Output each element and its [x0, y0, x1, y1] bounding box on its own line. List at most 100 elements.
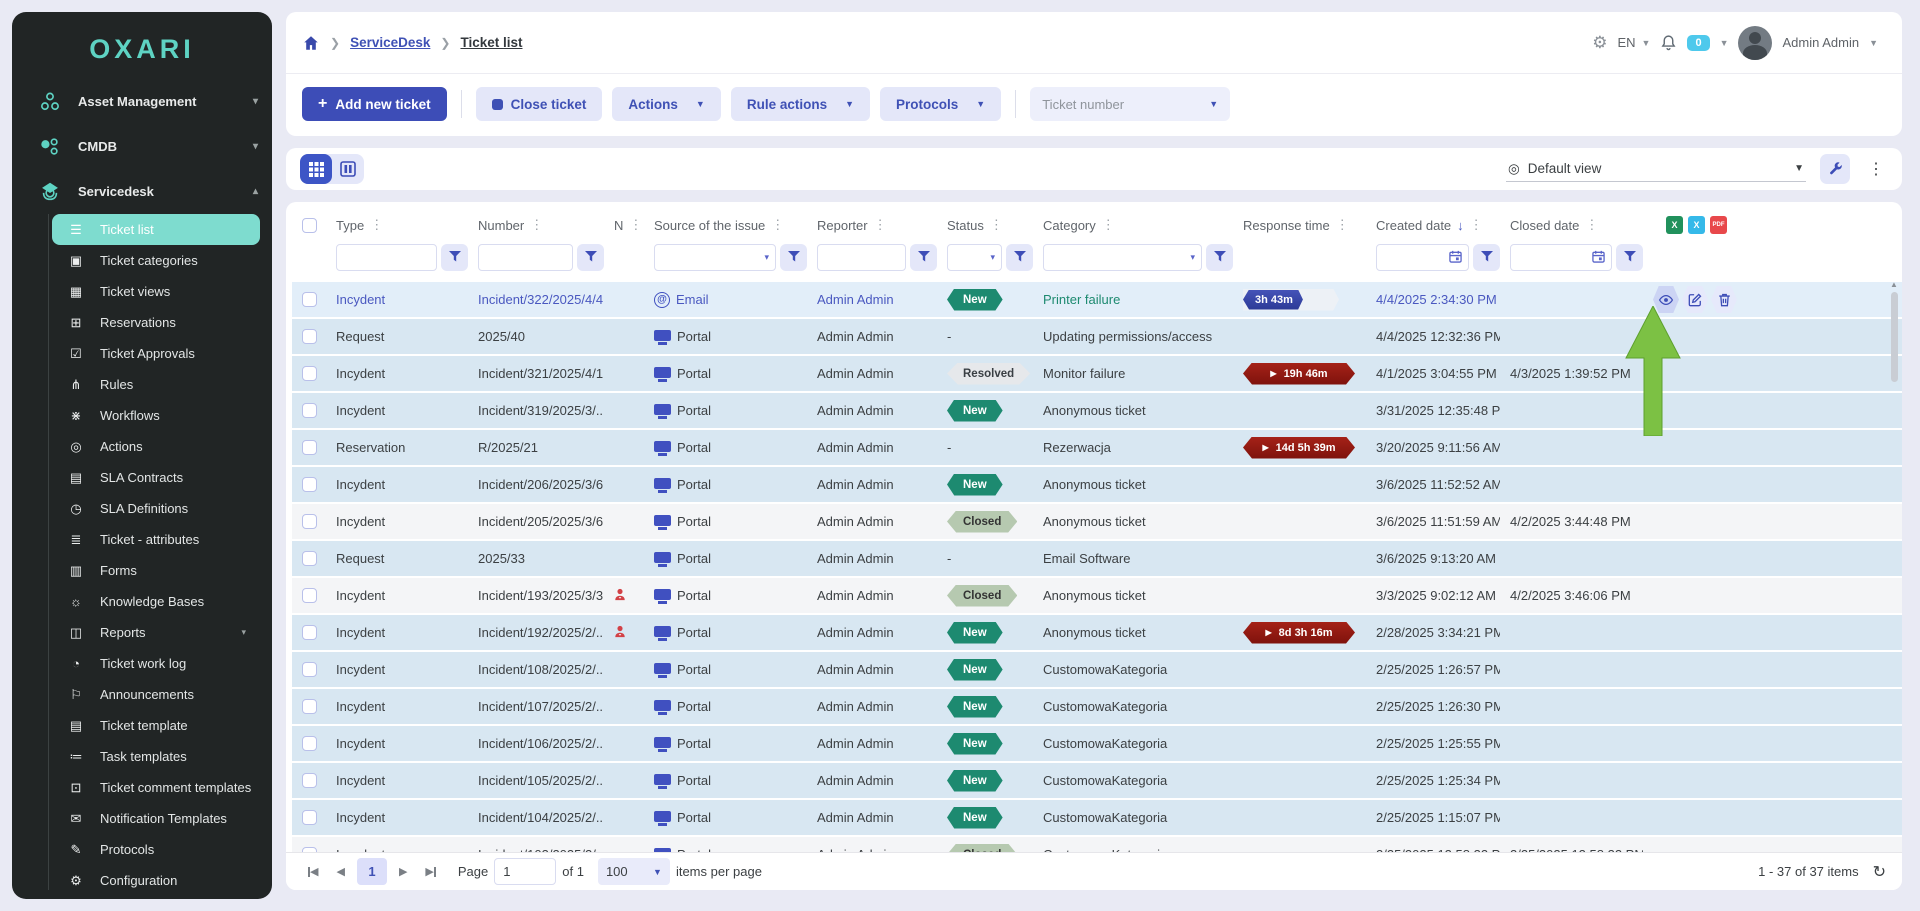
sidebar-item-configuration[interactable]: ⚙Configuration [48, 865, 260, 896]
notification-caret-icon[interactable]: ▼ [1720, 38, 1729, 48]
filter-text-input-type[interactable] [336, 244, 437, 271]
row-checkbox[interactable] [302, 588, 317, 603]
next-page-button[interactable]: ▶ [393, 865, 413, 878]
sidebar-item-servicedesk[interactable]: Servicedesk▴ [12, 169, 272, 214]
filter-funnel-button-reporter[interactable] [910, 244, 937, 271]
sidebar-item-forms[interactable]: ▥Forms [48, 555, 260, 586]
filter-funnel-button-source[interactable] [780, 244, 807, 271]
kanban-view-toggle[interactable] [332, 154, 364, 184]
page-number-button[interactable]: 1 [357, 858, 387, 885]
xls-export-icon[interactable]: X [1666, 216, 1683, 234]
table-row[interactable]: IncydentIncident/108/2025/2/...PortalAdm… [292, 652, 1902, 689]
items-per-page-select[interactable]: 100▼ [598, 858, 670, 885]
sidebar-item-ticket-categories[interactable]: ▣Ticket categories [48, 245, 260, 276]
table-row[interactable]: IncydentIncident/321/2025/4/1PortalAdmin… [292, 356, 1902, 393]
sidebar-item-workflows[interactable]: ⋇Workflows [48, 400, 260, 431]
column-header-label[interactable]: Type [336, 218, 364, 233]
row-checkbox[interactable] [302, 440, 317, 455]
table-row[interactable]: IncydentIncident/192/2025/2/...PortalAdm… [292, 615, 1902, 652]
sidebar-item-ticket-approvals[interactable]: ☑Ticket Approvals [48, 338, 260, 369]
actions-dropdown-button[interactable]: Actions▼ [612, 87, 720, 121]
column-menu-kebab-icon[interactable]: ⋮ [370, 217, 383, 233]
sidebar-item-reports[interactable]: ◫Reports▾ [48, 617, 260, 648]
column-menu-kebab-icon[interactable]: ⋮ [990, 217, 1003, 233]
sidebar-item-rules[interactable]: ⋔Rules [48, 369, 260, 400]
edit-ticket-button[interactable] [1682, 286, 1708, 313]
breadcrumb-ticket-list[interactable]: Ticket list [460, 35, 522, 50]
sidebar-item-ticket-comment-templates[interactable]: ⊡Ticket comment templates [48, 772, 260, 803]
table-row[interactable]: IncydentIncident/105/2025/2/...PortalAdm… [292, 763, 1902, 800]
row-checkbox[interactable] [302, 625, 317, 640]
sidebar-item-task-templates[interactable]: ≔Task templates [48, 741, 260, 772]
bell-icon[interactable] [1660, 34, 1677, 51]
view-selector[interactable]: ◎ Default view ▼ [1506, 157, 1806, 182]
table-row[interactable]: IncydentIncident/206/2025/3/6PortalAdmin… [292, 467, 1902, 504]
filter-funnel-button-type[interactable] [441, 244, 468, 271]
table-row[interactable]: Request2025/33PortalAdmin Admin-Email So… [292, 541, 1902, 578]
breadcrumb-servicedesk[interactable]: ServiceDesk [350, 35, 430, 50]
user-name[interactable]: Admin Admin [1782, 35, 1859, 50]
column-header-label[interactable]: N [614, 218, 623, 233]
sidebar-item-reservations[interactable]: ⊞Reservations [48, 307, 260, 338]
sidebar-item-sla-contracts[interactable]: ▤SLA Contracts [48, 462, 260, 493]
column-menu-kebab-icon[interactable]: ⋮ [1585, 217, 1598, 233]
pdf-export-icon[interactable]: PDF [1710, 216, 1727, 234]
table-row[interactable]: IncydentIncident/205/2025/3/6PortalAdmin… [292, 504, 1902, 541]
close-ticket-button[interactable]: Close ticket [476, 87, 603, 121]
grid-view-toggle[interactable] [300, 154, 332, 184]
sidebar-item-ticket-list[interactable]: ☰Ticket list [52, 214, 260, 245]
view-more-kebab-button[interactable]: ⋮ [1864, 159, 1888, 179]
last-page-button[interactable]: ▶ [419, 865, 441, 878]
view-settings-wrench-button[interactable] [1820, 154, 1850, 184]
filter-funnel-button-number[interactable] [577, 244, 604, 271]
row-checkbox[interactable] [302, 329, 317, 344]
filter-select-input-category[interactable]: ▾ [1043, 244, 1202, 271]
page-input[interactable]: 1 [494, 858, 556, 885]
row-checkbox[interactable] [302, 662, 317, 677]
row-checkbox[interactable] [302, 773, 317, 788]
sidebar-item-ticket-template[interactable]: ▤Ticket template [48, 710, 260, 741]
sidebar-item-ticket-views[interactable]: ▦Ticket views [48, 276, 260, 307]
table-row[interactable]: IncydentIncident/104/2025/2/...PortalAdm… [292, 800, 1902, 837]
add-new-ticket-button[interactable]: +Add new ticket [302, 87, 447, 121]
view-ticket-button[interactable] [1653, 286, 1679, 313]
sidebar-item-asset-management[interactable]: Asset Management▾ [12, 79, 272, 124]
prev-page-button[interactable]: ◀ [330, 865, 350, 878]
select-all-checkbox[interactable] [302, 218, 317, 233]
table-row[interactable]: Request2025/40PortalAdmin Admin-Updating… [292, 319, 1902, 356]
delete-ticket-button[interactable] [1711, 286, 1737, 313]
column-header-label[interactable]: Status [947, 218, 984, 233]
row-checkbox[interactable] [302, 736, 317, 751]
filter-funnel-button-status[interactable] [1006, 244, 1033, 271]
rule-actions-dropdown-button[interactable]: Rule actions▼ [731, 87, 870, 121]
scrollbar-thumb[interactable] [1891, 292, 1898, 382]
first-page-button[interactable]: ◀ [302, 865, 324, 878]
sidebar-item-actions[interactable]: ◎Actions [48, 431, 260, 462]
column-menu-kebab-icon[interactable]: ⋮ [1102, 217, 1115, 233]
column-menu-kebab-icon[interactable]: ⋮ [1470, 217, 1483, 233]
column-header-label[interactable]: Closed date [1510, 218, 1579, 233]
language-selector[interactable]: EN▼ [1617, 35, 1650, 50]
column-header-label[interactable]: Source of the issue [654, 218, 765, 233]
row-checkbox[interactable] [302, 366, 317, 381]
column-header-label[interactable]: Number [478, 218, 524, 233]
filter-date-input-created[interactable] [1376, 244, 1469, 271]
column-header-label[interactable]: Response time [1243, 218, 1330, 233]
filter-select-input-source[interactable]: ▾ [654, 244, 776, 271]
column-header-label[interactable]: Created date [1376, 218, 1451, 233]
row-checkbox[interactable] [302, 551, 317, 566]
column-menu-kebab-icon[interactable]: ⋮ [1336, 217, 1349, 233]
sidebar-item-notification-templates[interactable]: ✉Notification Templates [48, 803, 260, 834]
ticket-number-select[interactable]: Ticket number ▼ [1030, 87, 1230, 121]
filter-text-input-reporter[interactable] [817, 244, 906, 271]
sidebar-item-sla-definitions[interactable]: ◷SLA Definitions [48, 493, 260, 524]
sidebar-item-knowledge-bases[interactable]: ☼Knowledge Bases [48, 586, 260, 617]
row-checkbox[interactable] [302, 477, 317, 492]
filter-date-input-closed[interactable] [1510, 244, 1612, 271]
row-checkbox[interactable] [302, 514, 317, 529]
column-header-label[interactable]: Category [1043, 218, 1096, 233]
table-row[interactable]: IncydentIncident/106/2025/2/...PortalAdm… [292, 726, 1902, 763]
table-row[interactable]: IncydentIncident/107/2025/2/...PortalAdm… [292, 689, 1902, 726]
user-menu-caret-icon[interactable]: ▼ [1869, 38, 1878, 48]
filter-text-input-number[interactable] [478, 244, 573, 271]
